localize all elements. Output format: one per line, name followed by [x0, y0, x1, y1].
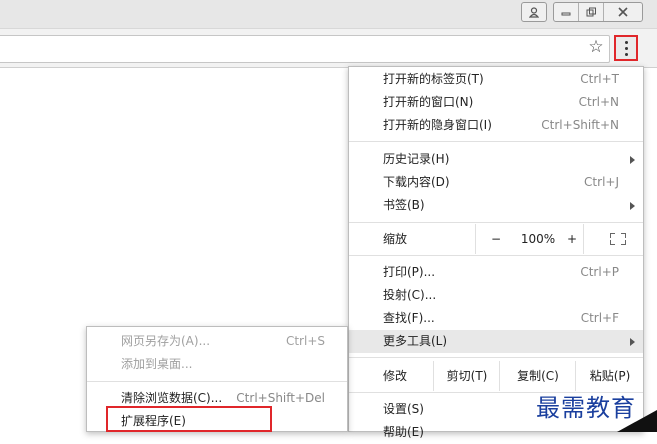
menu-item-bookmarks[interactable]: 书签(B) — [349, 194, 643, 217]
menu-item-label: 更多工具(L) — [383, 334, 448, 348]
submenu-item-label: 添加到桌面... — [121, 357, 193, 371]
zoom-out-button[interactable]: − — [475, 224, 516, 254]
extensions-highlight-box — [106, 406, 272, 432]
user-icon[interactable] — [521, 2, 547, 22]
zoom-in-button[interactable]: + — [561, 224, 583, 254]
fullscreen-icon — [610, 233, 626, 245]
menu-item-new-tab[interactable]: 打开新的标签页(T) Ctrl+T — [349, 68, 643, 91]
menu-item-label: 下载内容(D) — [383, 175, 450, 189]
address-bar[interactable] — [0, 35, 610, 63]
menu-item-label: 帮助(E) — [383, 425, 424, 439]
three-dots-vertical-icon[interactable] — [614, 35, 638, 61]
menu-item-label: 打开新的窗口(N) — [383, 95, 474, 109]
submenu-item-label: 网页另存为(A)... — [121, 334, 211, 348]
menu-item-downloads[interactable]: 下载内容(D) Ctrl+J — [349, 171, 643, 194]
menu-item-cast[interactable]: 投射(C)... — [349, 284, 643, 307]
submenu-item-save-page[interactable]: 网页另存为(A)... Ctrl+S — [87, 330, 347, 353]
menu-item-shortcut: Ctrl+N — [578, 95, 619, 109]
menu-item-shortcut: Ctrl+T — [580, 72, 619, 86]
window-controls — [521, 2, 643, 22]
menu-item-more-tools[interactable]: 更多工具(L) — [349, 330, 643, 353]
menu-item-label: 查找(F)... — [383, 311, 435, 325]
menu-separator — [349, 357, 643, 358]
menu-item-label: 打开新的隐身窗口(I) — [383, 118, 492, 132]
cut-button[interactable]: 剪切(T) — [433, 361, 500, 391]
menu-item-find[interactable]: 查找(F)... Ctrl+F — [349, 307, 643, 330]
star-icon[interactable]: ☆ — [586, 37, 606, 57]
copy-button[interactable]: 复制(C) — [499, 361, 576, 391]
paste-button[interactable]: 粘贴(P) — [575, 361, 644, 391]
menu-separator — [87, 381, 347, 382]
title-bar — [0, 0, 657, 29]
menu-separator — [349, 141, 643, 142]
chevron-right-icon — [630, 338, 635, 346]
menu-separator — [349, 222, 643, 223]
menu-separator — [349, 255, 643, 256]
menu-item-label: 书签(B) — [383, 198, 425, 212]
submenu-item-shortcut: Ctrl+S — [285, 334, 325, 348]
menu-item-help[interactable]: 帮助(E) — [349, 421, 643, 444]
close-icon[interactable] — [604, 3, 642, 21]
chevron-right-icon — [630, 202, 635, 210]
menu-item-label: 打开新的标签页(T) — [383, 72, 484, 86]
menu-item-shortcut: Ctrl+P — [580, 265, 619, 279]
zoom-label: 缩放 — [383, 232, 408, 246]
menu-item-label: 历史记录(H) — [383, 152, 450, 166]
menu-item-print[interactable]: 打印(P)... Ctrl+P — [349, 261, 643, 284]
corner-decoration — [617, 410, 657, 432]
browser-toolbar: ☆ — [0, 29, 657, 68]
menu-item-shortcut: Ctrl+F — [580, 311, 619, 325]
chevron-right-icon — [630, 156, 635, 164]
restore-icon[interactable] — [579, 3, 604, 21]
menu-item-new-incognito[interactable]: 打开新的隐身窗口(I) Ctrl+Shift+N — [349, 114, 643, 137]
menu-item-label: 投射(C)... — [383, 288, 437, 302]
window-button-group — [553, 2, 643, 22]
menu-item-shortcut: Ctrl+J — [584, 175, 619, 189]
menu-item-new-window[interactable]: 打开新的窗口(N) Ctrl+N — [349, 91, 643, 114]
fullscreen-button[interactable] — [583, 224, 644, 254]
menu-item-label: 打印(P)... — [383, 265, 436, 279]
edit-label: 修改 — [383, 369, 408, 383]
minimize-icon[interactable] — [554, 3, 579, 21]
browser-menu: 打开新的标签页(T) Ctrl+T 打开新的窗口(N) Ctrl+N 打开新的隐… — [348, 66, 644, 439]
menu-item-shortcut: Ctrl+Shift+N — [541, 118, 619, 132]
submenu-item-add-to-desktop[interactable]: 添加到桌面... — [87, 353, 347, 376]
zoom-value: 100% — [520, 232, 556, 246]
menu-item-history[interactable]: 历史记录(H) — [349, 148, 643, 171]
menu-edit-row: 修改 剪切(T) 复制(C) 粘贴(P) — [349, 361, 643, 391]
menu-zoom-row: 缩放 − 100% + — [349, 224, 643, 254]
menu-item-label: 设置(S) — [383, 402, 424, 416]
